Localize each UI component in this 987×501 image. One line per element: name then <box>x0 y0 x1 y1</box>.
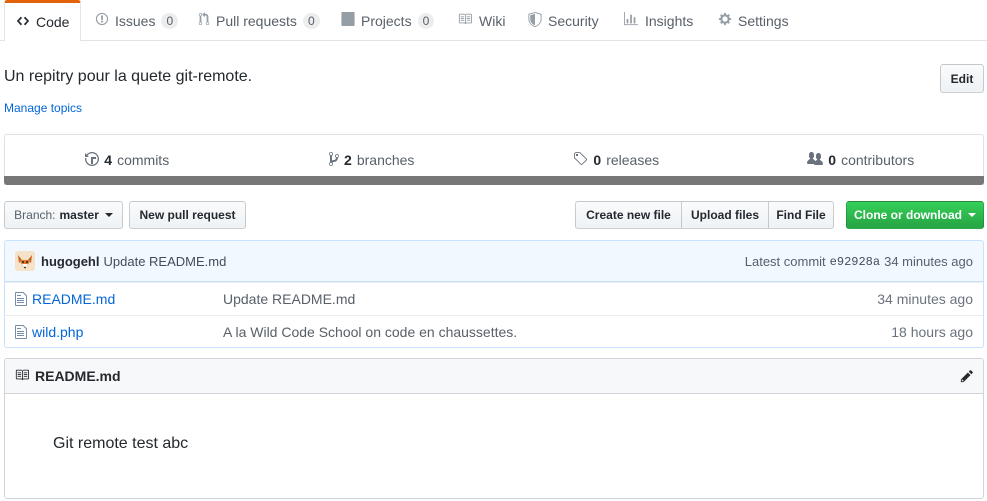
file-commit-message-link[interactable]: Update README.md <box>223 291 355 307</box>
history-icon <box>85 151 100 170</box>
book-icon <box>457 12 473 29</box>
find-file-button[interactable]: Find File <box>768 201 834 229</box>
tab-settings[interactable]: Settings <box>707 0 800 41</box>
tab-issues[interactable]: Issues 0 <box>84 0 189 41</box>
file-row: wild.php A la Wild Code School on code e… <box>5 315 983 347</box>
pull-requests-count-badge: 0 <box>302 12 320 29</box>
book-icon <box>14 368 30 385</box>
edit-description-button[interactable]: Edit <box>940 64 984 93</box>
issues-count-badge: 0 <box>161 12 179 29</box>
clone-or-download-button[interactable]: Clone or download <box>846 201 984 229</box>
issue-icon <box>95 12 109 29</box>
new-pull-request-button[interactable]: New pull request <box>129 201 246 229</box>
create-new-file-button[interactable]: Create new file <box>575 201 682 229</box>
commit-author-link[interactable]: hugogehl <box>41 254 100 269</box>
file-name-link[interactable]: wild.php <box>32 324 83 340</box>
tab-wiki[interactable]: Wiki <box>446 0 516 41</box>
tab-pull-requests[interactable]: Pull requests 0 <box>187 0 331 41</box>
repo-description: Un repitry pour la quete git-remote. <box>4 68 253 85</box>
tab-projects[interactable]: Projects 0 <box>330 0 445 41</box>
graph-icon <box>623 12 639 29</box>
shield-icon <box>528 11 542 30</box>
pull-request-icon <box>198 12 210 29</box>
readme-content: Git remote test abc <box>53 435 189 452</box>
branch-select-button[interactable]: Branch: master <box>4 201 123 229</box>
readme-panel: README.md Git remote test abc <box>4 358 984 499</box>
upload-files-button[interactable]: Upload files <box>681 201 769 229</box>
project-icon <box>341 12 355 29</box>
pencil-icon[interactable] <box>960 369 974 386</box>
caret-down-icon <box>104 213 113 217</box>
file-age: 18 hours ago <box>891 324 973 340</box>
latest-commit-info: Latest commit e92928a 34 minutes ago <box>744 254 973 269</box>
commit-message-link[interactable]: Update README.md <box>104 254 227 269</box>
file-icon <box>15 324 27 343</box>
repo-tabnav: Code Issues 0 Pull requests 0 Projects 0… <box>0 0 987 42</box>
file-icon <box>15 291 27 310</box>
avatar[interactable] <box>15 251 35 271</box>
tab-code[interactable]: Code <box>4 0 82 42</box>
tab-insights[interactable]: Insights <box>612 0 704 41</box>
file-row: README.md Update README.md 34 minutes ag… <box>5 282 983 315</box>
tab-security[interactable]: Security <box>517 0 610 41</box>
gear-icon <box>718 12 732 29</box>
people-icon <box>807 151 824 170</box>
latest-commit-bar: hugogehl Update README.md Latest commit … <box>5 241 983 282</box>
commit-age: 34 minutes ago <box>884 254 973 269</box>
file-commit-message-link[interactable]: A la Wild Code School on code en chausse… <box>223 324 517 340</box>
file-table: hugogehl Update README.md Latest commit … <box>4 240 984 348</box>
tag-icon <box>573 151 588 170</box>
readme-title: README.md <box>35 368 121 384</box>
file-age: 34 minutes ago <box>877 291 973 307</box>
file-name-link[interactable]: README.md <box>32 291 115 307</box>
language-bar[interactable] <box>4 176 984 185</box>
code-icon <box>16 14 30 31</box>
branch-icon <box>329 151 340 170</box>
manage-topics-link[interactable]: Manage topics <box>4 101 82 115</box>
caret-down-icon <box>968 213 976 217</box>
commit-sha-link[interactable]: e92928a <box>830 255 880 269</box>
readme-header: README.md <box>5 359 983 394</box>
projects-count-badge: 0 <box>417 12 435 29</box>
file-actions-group: Create new file Upload files Find File <box>575 201 834 229</box>
